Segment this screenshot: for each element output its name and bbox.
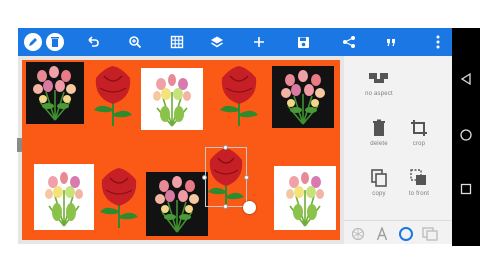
grid-icon[interactable] xyxy=(166,28,188,56)
aspect-icon xyxy=(352,66,406,90)
more-icon[interactable] xyxy=(428,28,448,56)
panel-tab-bar xyxy=(344,220,452,247)
resize-handle[interactable] xyxy=(223,204,228,209)
resize-handle[interactable] xyxy=(202,175,207,180)
share-icon[interactable] xyxy=(338,28,360,56)
quote-icon[interactable] xyxy=(380,28,402,56)
to-front-button[interactable]: to front xyxy=(392,166,446,206)
effects-icon[interactable] xyxy=(348,224,368,244)
zoom-icon[interactable] xyxy=(124,28,146,56)
resize-handle[interactable] xyxy=(223,145,228,150)
status-area xyxy=(0,0,480,26)
tulip-bouquet-image[interactable] xyxy=(146,172,208,236)
app-screen: no aspect delete crop copy to front xyxy=(0,0,480,270)
bring-to-front-icon xyxy=(392,166,446,190)
resize-handle[interactable] xyxy=(244,175,249,180)
screen-bottom xyxy=(0,244,480,270)
save-icon[interactable] xyxy=(292,28,314,56)
shape-icon[interactable] xyxy=(396,224,416,244)
tulip-bouquet-image[interactable] xyxy=(34,164,94,230)
tulip-bouquet-image[interactable] xyxy=(274,166,336,230)
add-icon[interactable] xyxy=(248,28,270,56)
crop-icon xyxy=(392,116,446,140)
recents-icon[interactable] xyxy=(459,182,473,196)
text-icon[interactable] xyxy=(372,224,392,244)
tulip-bouquet-image[interactable] xyxy=(272,66,334,128)
system-nav-bar xyxy=(452,28,480,246)
tool-panel: no aspect delete crop copy to front xyxy=(344,56,452,244)
red-rose-image[interactable] xyxy=(90,64,136,131)
crop-button[interactable]: crop xyxy=(392,116,446,156)
top-toolbar xyxy=(18,28,452,56)
red-rose-image[interactable] xyxy=(216,64,262,131)
trash-icon[interactable] xyxy=(44,28,66,56)
crop-label: crop xyxy=(412,141,426,147)
to-front-label: to front xyxy=(408,191,430,197)
rotate-handle[interactable] xyxy=(243,201,256,214)
back-icon[interactable] xyxy=(459,72,473,86)
aspect-button[interactable]: no aspect xyxy=(352,66,406,106)
selection-box[interactable] xyxy=(205,147,247,207)
tulip-bouquet-image[interactable] xyxy=(141,68,203,130)
layers-icon[interactable] xyxy=(206,28,228,56)
layers-icon[interactable] xyxy=(420,224,440,244)
aspect-label: no aspect xyxy=(365,91,393,97)
home-icon[interactable] xyxy=(459,128,473,142)
pencil-icon[interactable] xyxy=(22,28,44,56)
tulip-bouquet-image[interactable] xyxy=(26,62,84,124)
undo-icon[interactable] xyxy=(82,28,104,56)
red-rose-image[interactable] xyxy=(96,166,142,233)
